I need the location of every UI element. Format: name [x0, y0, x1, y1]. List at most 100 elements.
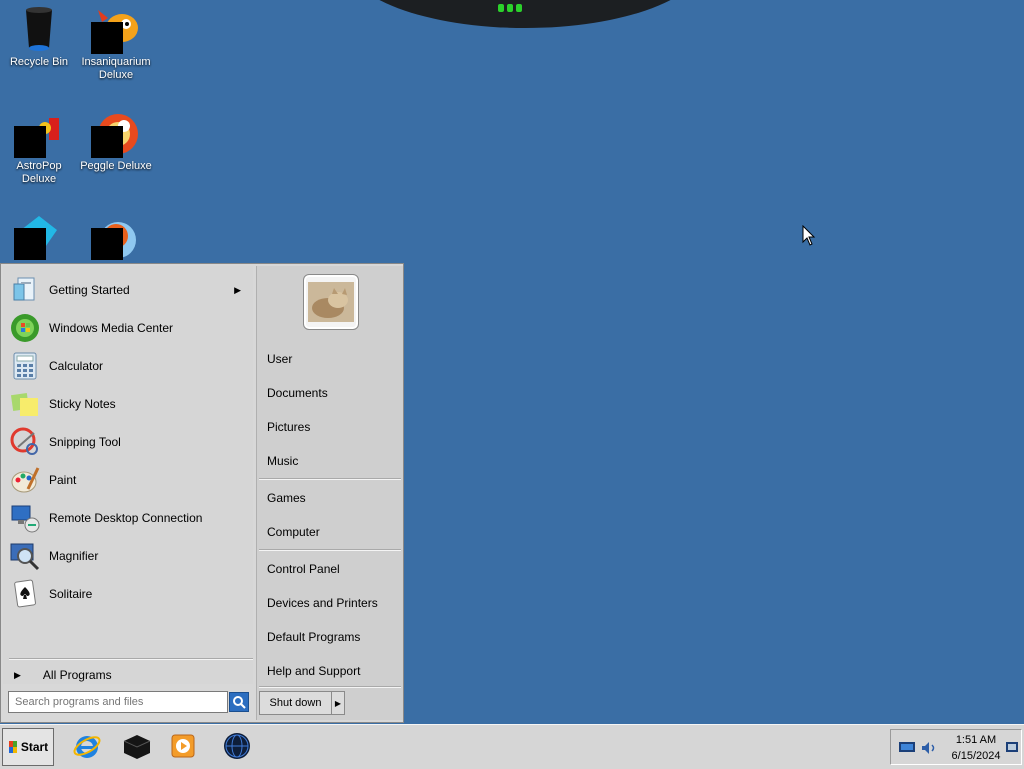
internet-explorer-icon: [73, 736, 101, 758]
recycle-bin-icon: [15, 4, 63, 52]
submenu-arrow-icon: ▶: [234, 284, 241, 295]
taskbar-game-box[interactable]: [120, 729, 154, 763]
remote-desktop-icon: [9, 502, 41, 534]
program-label: Getting Started: [49, 283, 130, 297]
insaniquarium-icon: [91, 4, 140, 54]
program-calculator[interactable]: Calculator: [9, 349, 249, 383]
program-label: Windows Media Center: [49, 321, 174, 335]
places-label: Devices and Printers: [267, 596, 378, 610]
mouse-cursor-icon: [802, 225, 816, 246]
shutdown-control: Shut down ▶: [259, 691, 345, 715]
game-box-icon: [123, 735, 151, 759]
taskbar-globe[interactable]: [220, 729, 254, 763]
start-button[interactable]: Start: [2, 728, 54, 766]
programs-separator: [9, 658, 253, 660]
places-music[interactable]: Music: [267, 450, 401, 472]
calculator-icon: [9, 350, 41, 382]
action-center-icon[interactable]: [1006, 742, 1018, 754]
places-label: Help and Support: [267, 664, 361, 678]
program-getting-started[interactable]: Getting Started ▶: [9, 273, 249, 307]
desktop-icon-diamond-game[interactable]: [0, 212, 78, 264]
program-label: Remote Desktop Connection: [49, 511, 203, 525]
taskbar-media-player[interactable]: [167, 729, 201, 763]
program-sticky-notes[interactable]: Sticky Notes: [9, 387, 249, 421]
search-input[interactable]: [8, 691, 228, 713]
clock-time[interactable]: 1:51 AM: [953, 734, 999, 746]
desktop-icon-fruit-game[interactable]: [77, 212, 155, 264]
desktop-icon-astropop[interactable]: AstroPop Deluxe: [0, 108, 78, 186]
snipping-tool-icon: [9, 426, 41, 458]
places-separator: [259, 549, 401, 551]
desktop-icon-insaniquarium[interactable]: Insaniquarium Deluxe: [77, 4, 155, 82]
start-menu-places-pane: User Documents Pictures Music Games Comp…: [256, 266, 403, 720]
places-label: Default Programs: [267, 630, 361, 644]
all-programs-button[interactable]: ▶ All Programs: [9, 664, 249, 686]
start-menu-programs-pane: Getting Started ▶ Windows Media Center C…: [3, 266, 253, 684]
solitaire-icon: [9, 578, 41, 610]
taskbar: Start 1:51 AM 6/15/2024: [0, 724, 1024, 769]
places-label: Computer: [267, 525, 320, 539]
places-games[interactable]: Games: [267, 487, 401, 509]
program-label: Snipping Tool: [49, 435, 121, 449]
desktop-icon-label: AstroPop Deluxe: [16, 160, 62, 185]
program-paint[interactable]: Paint: [9, 463, 249, 497]
expand-arrow-icon: ▶: [14, 669, 21, 680]
windows-logo-icon: [8, 741, 17, 753]
fruit-game-icon: [91, 212, 140, 260]
places-label: User: [267, 352, 293, 366]
program-snipping-tool[interactable]: Snipping Tool: [9, 425, 249, 459]
top-decoration: [345, 0, 705, 28]
program-label: Calculator: [49, 359, 104, 373]
places-pictures[interactable]: Pictures: [267, 416, 401, 438]
desktop-icon-label: Insaniquarium Deluxe: [81, 56, 151, 81]
getting-started-icon: [9, 274, 41, 306]
clock-date[interactable]: 6/15/2024: [947, 750, 1005, 762]
program-label: Solitaire: [49, 587, 93, 601]
program-label: Sticky Notes: [49, 397, 116, 411]
program-solitaire[interactable]: Solitaire: [9, 577, 249, 611]
sticky-notes-icon: [9, 388, 41, 420]
globe-icon: [224, 733, 250, 759]
magnifier-icon: [9, 540, 41, 572]
places-label: Documents: [267, 386, 328, 400]
diamond-game-icon: [14, 212, 63, 260]
start-menu: Getting Started ▶ Windows Media Center C…: [0, 263, 404, 723]
kitten-picture-icon: [308, 282, 354, 322]
astropop-icon: [14, 108, 63, 158]
places-separator: [259, 478, 401, 480]
search-icon: [233, 696, 246, 709]
start-label: Start: [20, 740, 49, 754]
program-windows-media-center[interactable]: Windows Media Center: [9, 311, 249, 345]
places-separator: [259, 686, 401, 688]
places-control-panel[interactable]: Control Panel: [267, 558, 401, 580]
network-icon[interactable]: [899, 742, 915, 754]
user-avatar[interactable]: [303, 274, 359, 330]
places-documents[interactable]: Documents: [267, 382, 401, 404]
desktop-icon-label: Peggle Deluxe: [80, 160, 152, 172]
shutdown-button[interactable]: Shut down: [260, 692, 332, 714]
places-help-support[interactable]: Help and Support: [267, 660, 401, 682]
search-button[interactable]: [229, 692, 249, 712]
places-default-programs[interactable]: Default Programs: [267, 626, 401, 648]
places-user[interactable]: User: [267, 348, 401, 370]
places-label: Control Panel: [267, 562, 340, 576]
shutdown-options-arrow-icon[interactable]: ▶: [332, 692, 344, 714]
green-indicator-icon: [497, 4, 523, 14]
places-label: Games: [267, 491, 306, 505]
places-computer[interactable]: Computer: [267, 521, 401, 543]
places-label: Pictures: [267, 420, 311, 434]
system-tray: 1:51 AM 6/15/2024: [890, 729, 1022, 765]
volume-icon[interactable]: [921, 741, 937, 755]
program-remote-desktop[interactable]: Remote Desktop Connection: [9, 501, 249, 535]
program-label: Magnifier: [49, 549, 99, 563]
desktop-icon-peggle[interactable]: Peggle Deluxe: [77, 108, 155, 173]
places-label: Music: [267, 454, 299, 468]
taskbar-internet-explorer[interactable]: [70, 729, 104, 763]
peggle-icon: [91, 108, 140, 158]
paint-icon: [9, 464, 41, 496]
places-devices-printers[interactable]: Devices and Printers: [267, 592, 401, 614]
desktop-icon-recycle-bin[interactable]: Recycle Bin: [0, 4, 78, 69]
media-center-icon: [9, 312, 41, 344]
program-magnifier[interactable]: Magnifier: [9, 539, 249, 573]
program-label: Paint: [49, 473, 77, 487]
